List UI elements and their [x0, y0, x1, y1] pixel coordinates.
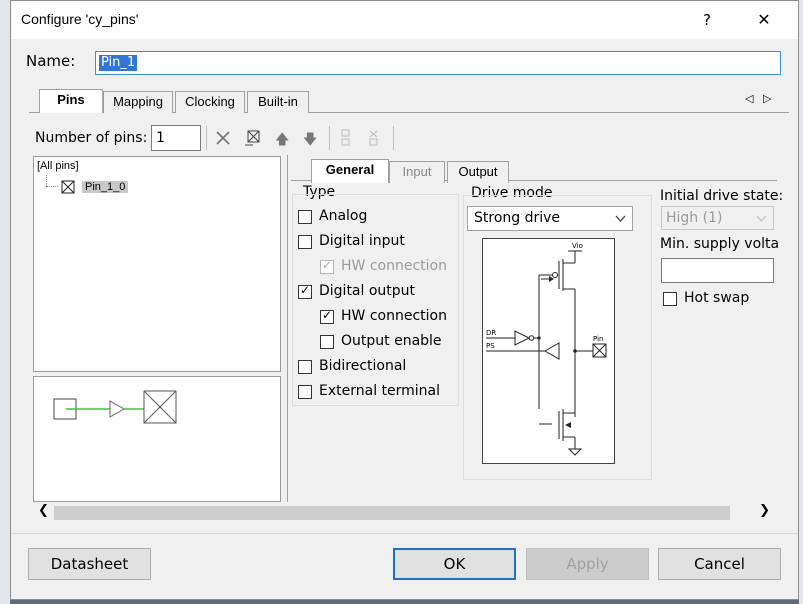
number-of-pins-value: 1 [156, 130, 165, 146]
name-value: Pin_1 [99, 55, 138, 71]
toolbar-separator-3 [393, 126, 394, 150]
tab-mapping[interactable]: Mapping [103, 91, 173, 113]
tab-clocking[interactable]: Clocking [175, 91, 245, 113]
hot-swap-label: Hot swap [684, 290, 750, 306]
digital-output-checkbox[interactable]: ✓ [298, 283, 312, 299]
digital-input-label: Digital input [319, 233, 405, 249]
bidirectional-checkbox[interactable] [298, 360, 312, 374]
vio-label: Vio [572, 242, 583, 250]
digital-input-checkbox[interactable] [298, 235, 312, 249]
output-enable-checkbox[interactable] [320, 335, 334, 349]
horizontal-scrollbar[interactable]: ❮ ❯ [29, 503, 779, 523]
tab-pins[interactable]: Pins [39, 89, 103, 113]
min-supply-voltage-input[interactable] [661, 258, 774, 283]
panel-divider [287, 155, 288, 502]
drive-mode-select[interactable]: Strong drive [467, 206, 633, 231]
output-hw-connection-label: HW connection [341, 308, 447, 324]
tree-root-all-pins[interactable]: [All pins] [37, 160, 79, 172]
min-supply-voltage-title: Min. supply volta [660, 236, 780, 252]
external-terminal-checkbox[interactable] [298, 385, 312, 399]
configure-dialog: Configure 'cy_pins' ? ✕ Name: Pin_1 Pins… [10, 0, 799, 600]
chevron-down-icon [756, 215, 767, 222]
output-hw-connection-checkbox[interactable]: ✓ [320, 308, 334, 324]
tab-built-in[interactable]: Built-in [247, 91, 309, 113]
chevron-down-icon [615, 215, 626, 222]
delete-pin-icon[interactable] [215, 130, 231, 146]
close-button[interactable]: ✕ [744, 5, 784, 35]
help-button[interactable]: ? [687, 5, 727, 35]
pin-symbol-preview [53, 390, 177, 424]
tab-output[interactable]: Output [447, 161, 509, 183]
datasheet-button[interactable]: Datasheet [28, 548, 151, 580]
name-input[interactable]: Pin_1 [95, 51, 781, 75]
window-title: Configure 'cy_pins' [21, 11, 139, 27]
tree-line-h [46, 186, 58, 188]
tree-item-pin[interactable]: Pin_1_0 [82, 181, 129, 193]
hot-swap-checkbox[interactable] [663, 292, 677, 306]
move-down-icon[interactable]: 🡇 [303, 129, 317, 153]
initial-drive-state-select[interactable]: High (1) [661, 206, 774, 230]
drive-mode-value: Strong drive [474, 210, 561, 226]
ok-button[interactable]: OK [393, 548, 516, 580]
pin-tree[interactable]: [All pins] Pin_1_0 [33, 156, 281, 372]
footer-separator [11, 533, 798, 534]
dr-label: DR [486, 329, 496, 337]
drive-mode-diagram: Vio DR PS Pin [482, 238, 615, 464]
toolbar-separator-2 [329, 126, 330, 150]
toolbar-separator [206, 126, 207, 150]
pin-preview [33, 376, 281, 502]
output-enable-label: Output enable [341, 333, 442, 349]
tab-input[interactable]: Input [389, 161, 445, 183]
analog-checkbox[interactable] [298, 210, 312, 224]
type-group [292, 194, 459, 406]
number-of-pins-input[interactable]: 1 [151, 125, 201, 151]
scroll-right-icon[interactable]: ❯ [759, 503, 770, 518]
tab-scroll-right-icon[interactable]: ▷ [763, 92, 771, 105]
tab-general[interactable]: General [311, 159, 389, 183]
scrollbar-thumb[interactable] [54, 506, 730, 520]
cancel-button[interactable]: Cancel [658, 548, 781, 580]
merge-pins-icon[interactable] [368, 129, 380, 147]
bidirectional-label: Bidirectional [319, 358, 407, 374]
ps-label: PS [486, 342, 495, 350]
tree-line [46, 175, 48, 186]
initial-drive-state-title: Initial drive state: [660, 188, 784, 204]
move-up-icon[interactable]: 🡅 [275, 129, 289, 153]
external-terminal-label: External terminal [319, 383, 441, 399]
pin-terminal-icon[interactable] [244, 129, 262, 147]
scroll-left-icon[interactable]: ❮ [38, 503, 49, 518]
background-window-right [799, 0, 803, 604]
pin-label: Pin [593, 335, 603, 343]
initial-drive-state-value: High (1) [666, 210, 723, 226]
title-bar: Configure 'cy_pins' ? ✕ [11, 1, 798, 39]
input-hw-connection-checkbox[interactable]: ✓ [320, 258, 334, 274]
split-pins-icon[interactable] [340, 129, 352, 147]
input-hw-connection-label: HW connection [341, 258, 447, 274]
number-of-pins-label: Number of pins: [35, 130, 148, 146]
pin-terminal-icon [61, 180, 75, 194]
name-label: Name: [26, 52, 76, 70]
digital-output-label: Digital output [319, 283, 416, 299]
apply-button[interactable]: Apply [526, 548, 649, 580]
background-window [0, 0, 10, 604]
drive-circuit-schematic: Vio DR PS Pin [486, 242, 607, 456]
tab-scroll-left-icon[interactable]: ◁ [745, 92, 753, 105]
analog-label: Analog [319, 208, 368, 224]
